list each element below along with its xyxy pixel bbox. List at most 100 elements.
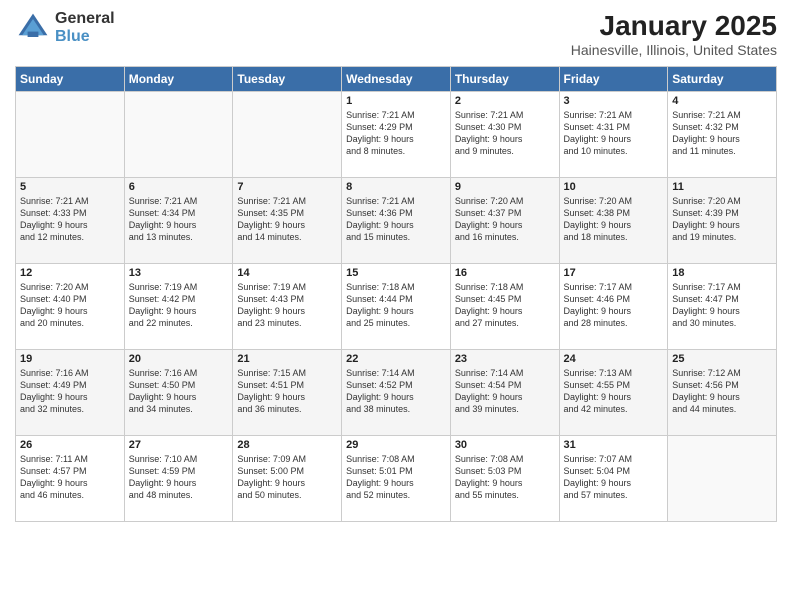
calendar-week-2: 5 Sunrise: 7:21 AM Sunset: 4:33 PM Daylig… [16, 178, 777, 264]
logo: General Blue [15, 10, 115, 46]
calendar-cell: 28Sunrise: 7:09 AM Sunset: 5:00 PM Dayli… [233, 436, 342, 522]
calendar-cell: 25 Sunrise: 7:12 AM Sunset: 4:56 PM Dayli… [668, 350, 777, 436]
day-number: 23 [455, 353, 555, 365]
day-number: 11 [672, 181, 772, 193]
day-info: Sunrise: 7:10 AM Sunset: 4:59 PM Dayligh… [129, 453, 229, 502]
day-number: 14 [237, 267, 337, 279]
calendar-body: 1 Sunrise: 7:21 AM Sunset: 4:29 PM Daylig… [16, 92, 777, 522]
day-info: Sunrise: 7:13 AM Sunset: 4:55 PM Dayligh… [564, 367, 664, 416]
calendar-cell: 23 Sunrise: 7:14 AM Sunset: 4:54 PM Dayli… [450, 350, 559, 436]
calendar-cell: 30 Sunrise: 7:08 AM Sunset: 5:03 PM Dayli… [450, 436, 559, 522]
calendar-cell: 18 Sunrise: 7:17 AM Sunset: 4:47 PM Dayli… [668, 264, 777, 350]
day-info: Sunrise: 7:21 AM Sunset: 4:29 PM Dayligh… [346, 109, 446, 158]
day-number: 8 [346, 181, 446, 193]
calendar-cell: 10 Sunrise: 7:20 AM Sunset: 4:38 PM Dayli… [559, 178, 668, 264]
calendar-cell: 27Sunrise: 7:10 AM Sunset: 4:59 PM Dayli… [124, 436, 233, 522]
day-info: Sunrise: 7:20 AM Sunset: 4:39 PM Dayligh… [672, 195, 772, 244]
day-info: Sunrise: 7:18 AM Sunset: 4:45 PM Dayligh… [455, 281, 555, 330]
day-info: Sunrise: 7:21 AM Sunset: 4:31 PM Dayligh… [564, 109, 664, 158]
calendar-week-3: 12Sunrise: 7:20 AM Sunset: 4:40 PM Dayli… [16, 264, 777, 350]
day-number: 5 [20, 181, 120, 193]
calendar-table: Sunday Monday Tuesday Wednesday Thursday… [15, 66, 777, 522]
day-number: 10 [564, 181, 664, 193]
calendar-cell [233, 92, 342, 178]
day-info: Sunrise: 7:14 AM Sunset: 4:52 PM Dayligh… [346, 367, 446, 416]
header-wednesday: Wednesday [342, 67, 451, 92]
day-number: 15 [346, 267, 446, 279]
day-info: Sunrise: 7:08 AM Sunset: 5:01 PM Dayligh… [346, 453, 446, 502]
day-number: 20 [129, 353, 229, 365]
day-number: 18 [672, 267, 772, 279]
calendar-cell: 11 Sunrise: 7:20 AM Sunset: 4:39 PM Dayli… [668, 178, 777, 264]
day-number: 19 [20, 353, 120, 365]
day-info: Sunrise: 7:21 AM Sunset: 4:32 PM Dayligh… [672, 109, 772, 158]
header-row: Sunday Monday Tuesday Wednesday Thursday… [16, 67, 777, 92]
day-number: 3 [564, 95, 664, 107]
calendar-cell: 17Sunrise: 7:17 AM Sunset: 4:46 PM Dayli… [559, 264, 668, 350]
header-friday: Friday [559, 67, 668, 92]
header-monday: Monday [124, 67, 233, 92]
day-info: Sunrise: 7:14 AM Sunset: 4:54 PM Dayligh… [455, 367, 555, 416]
header-thursday: Thursday [450, 67, 559, 92]
calendar-cell: 7Sunrise: 7:21 AM Sunset: 4:35 PM Daylig… [233, 178, 342, 264]
day-number: 1 [346, 95, 446, 107]
calendar-cell [16, 92, 125, 178]
logo-text: General Blue [55, 10, 115, 45]
calendar-week-4: 19 Sunrise: 7:16 AM Sunset: 4:49 PM Dayli… [16, 350, 777, 436]
day-info: Sunrise: 7:12 AM Sunset: 4:56 PM Dayligh… [672, 367, 772, 416]
calendar-cell: 15 Sunrise: 7:18 AM Sunset: 4:44 PM Dayli… [342, 264, 451, 350]
calendar-cell: 19 Sunrise: 7:16 AM Sunset: 4:49 PM Dayli… [16, 350, 125, 436]
day-info: Sunrise: 7:21 AM Sunset: 4:35 PM Dayligh… [237, 195, 337, 244]
day-info: Sunrise: 7:19 AM Sunset: 4:43 PM Dayligh… [237, 281, 337, 330]
logo-icon [15, 10, 51, 46]
day-number: 4 [672, 95, 772, 107]
day-info: Sunrise: 7:17 AM Sunset: 4:46 PM Dayligh… [564, 281, 664, 330]
logo-line2: Blue [55, 28, 115, 46]
day-number: 25 [672, 353, 772, 365]
calendar-cell: 22Sunrise: 7:14 AM Sunset: 4:52 PM Dayli… [342, 350, 451, 436]
header-sunday: Sunday [16, 67, 125, 92]
calendar-cell: 21 Sunrise: 7:15 AM Sunset: 4:51 PM Dayli… [233, 350, 342, 436]
day-info: Sunrise: 7:18 AM Sunset: 4:44 PM Dayligh… [346, 281, 446, 330]
day-number: 21 [237, 353, 337, 365]
logo-line1: General [55, 10, 115, 28]
calendar-cell: 4 Sunrise: 7:21 AM Sunset: 4:32 PM Daylig… [668, 92, 777, 178]
page-container: General Blue January 2025 Hainesville, I… [0, 0, 792, 527]
day-info: Sunrise: 7:07 AM Sunset: 5:04 PM Dayligh… [564, 453, 664, 502]
day-number: 16 [455, 267, 555, 279]
day-info: Sunrise: 7:11 AM Sunset: 4:57 PM Dayligh… [20, 453, 120, 502]
day-number: 13 [129, 267, 229, 279]
page-header: General Blue January 2025 Hainesville, I… [15, 10, 777, 58]
page-title: January 2025 [571, 10, 777, 42]
calendar-cell: 5 Sunrise: 7:21 AM Sunset: 4:33 PM Daylig… [16, 178, 125, 264]
calendar-cell: 31 Sunrise: 7:07 AM Sunset: 5:04 PM Dayli… [559, 436, 668, 522]
calendar-cell: 14 Sunrise: 7:19 AM Sunset: 4:43 PM Dayli… [233, 264, 342, 350]
calendar-cell: 6Sunrise: 7:21 AM Sunset: 4:34 PM Daylig… [124, 178, 233, 264]
day-info: Sunrise: 7:21 AM Sunset: 4:30 PM Dayligh… [455, 109, 555, 158]
calendar-cell: 13Sunrise: 7:19 AM Sunset: 4:42 PM Dayli… [124, 264, 233, 350]
calendar-cell [668, 436, 777, 522]
calendar-cell: 1 Sunrise: 7:21 AM Sunset: 4:29 PM Daylig… [342, 92, 451, 178]
day-info: Sunrise: 7:17 AM Sunset: 4:47 PM Dayligh… [672, 281, 772, 330]
header-saturday: Saturday [668, 67, 777, 92]
day-info: Sunrise: 7:20 AM Sunset: 4:38 PM Dayligh… [564, 195, 664, 244]
calendar-header: Sunday Monday Tuesday Wednesday Thursday… [16, 67, 777, 92]
day-info: Sunrise: 7:16 AM Sunset: 4:49 PM Dayligh… [20, 367, 120, 416]
day-number: 29 [346, 439, 446, 451]
day-info: Sunrise: 7:15 AM Sunset: 4:51 PM Dayligh… [237, 367, 337, 416]
calendar-cell: 24 Sunrise: 7:13 AM Sunset: 4:55 PM Dayli… [559, 350, 668, 436]
day-number: 30 [455, 439, 555, 451]
day-info: Sunrise: 7:08 AM Sunset: 5:03 PM Dayligh… [455, 453, 555, 502]
day-number: 6 [129, 181, 229, 193]
calendar-cell: 16 Sunrise: 7:18 AM Sunset: 4:45 PM Dayli… [450, 264, 559, 350]
day-number: 9 [455, 181, 555, 193]
day-info: Sunrise: 7:21 AM Sunset: 4:33 PM Dayligh… [20, 195, 120, 244]
calendar-cell: 2Sunrise: 7:21 AM Sunset: 4:30 PM Daylig… [450, 92, 559, 178]
day-number: 12 [20, 267, 120, 279]
day-number: 24 [564, 353, 664, 365]
calendar-cell: 20 Sunrise: 7:16 AM Sunset: 4:50 PM Dayli… [124, 350, 233, 436]
day-number: 31 [564, 439, 664, 451]
page-subtitle: Hainesville, Illinois, United States [571, 42, 777, 58]
day-number: 26 [20, 439, 120, 451]
day-info: Sunrise: 7:16 AM Sunset: 4:50 PM Dayligh… [129, 367, 229, 416]
